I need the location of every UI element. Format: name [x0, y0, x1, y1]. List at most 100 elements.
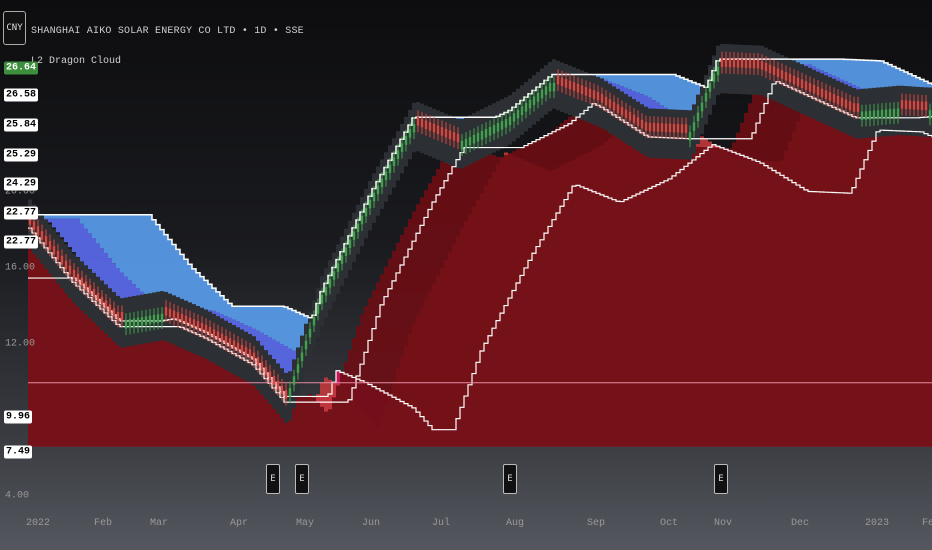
candle-body	[204, 324, 208, 334]
candle-body	[128, 319, 132, 328]
candle-body	[560, 77, 564, 87]
candle-body	[680, 124, 684, 133]
candle-body	[912, 100, 916, 110]
price-badge: 7.49	[4, 445, 33, 459]
candle-body	[324, 287, 328, 296]
y-tick-label: 12.00	[5, 338, 36, 350]
candle-body	[804, 81, 808, 90]
candle-body	[784, 72, 788, 81]
candle-body	[752, 59, 756, 69]
candle-body	[316, 305, 320, 314]
candle-body	[904, 100, 908, 109]
candle-body	[240, 344, 244, 354]
candle-body	[604, 96, 608, 106]
candle-body	[708, 83, 712, 92]
x-tick-label: May	[295, 518, 315, 529]
x-tick-label: 2022	[25, 518, 51, 529]
candle-body	[820, 88, 824, 98]
candle-body	[272, 376, 276, 385]
candle-body	[304, 340, 308, 350]
candle-body	[412, 123, 416, 133]
candle-body	[668, 123, 672, 133]
candle-body	[508, 116, 512, 126]
candle-body	[44, 236, 48, 245]
candle-body	[348, 239, 352, 249]
candle-body	[692, 122, 696, 131]
candle-body	[172, 310, 176, 320]
candle-body	[616, 104, 620, 113]
candle-body	[196, 321, 200, 330]
candle-body	[676, 124, 680, 133]
price-badge: 22.77	[4, 206, 39, 220]
candle-body	[664, 123, 668, 133]
candle-body	[844, 99, 848, 109]
chart-root: CNY SHANGHAI AIKO SOLAR ENERGY CO LTD • …	[0, 0, 932, 550]
indicator-name[interactable]: L2 Dragon Cloud	[31, 56, 121, 67]
candle-body	[544, 86, 548, 95]
candle-body	[300, 352, 304, 362]
earnings-marker[interactable]: E	[266, 464, 280, 494]
candle-body	[476, 132, 480, 142]
candle-body	[400, 143, 404, 152]
candle-body	[180, 314, 184, 323]
candle-body	[624, 109, 628, 119]
currency-button[interactable]: CNY	[3, 11, 26, 45]
candle-body	[852, 103, 856, 112]
candle-body	[648, 122, 652, 132]
candle-body	[928, 110, 932, 119]
candle-body	[640, 119, 644, 129]
candle-body	[536, 93, 540, 102]
candle-body	[480, 130, 484, 140]
candle-body	[308, 328, 312, 338]
candle-body	[92, 289, 96, 298]
candle-body	[112, 308, 116, 317]
candle-body	[688, 132, 692, 141]
candle-body	[328, 279, 332, 288]
price-badge: 25.84	[4, 118, 39, 132]
candle-body	[632, 114, 636, 124]
candle-body	[684, 124, 688, 133]
candle-body	[492, 124, 496, 134]
candle-body	[100, 296, 104, 306]
candle-body	[120, 312, 124, 321]
candle-body	[500, 121, 504, 130]
earnings-marker[interactable]: E	[503, 464, 517, 494]
candle-body	[464, 138, 468, 148]
candle-body	[908, 100, 912, 110]
earnings-marker[interactable]: E	[295, 464, 309, 494]
candle-body	[732, 58, 736, 68]
candle-body	[772, 66, 776, 76]
candle-body	[776, 68, 780, 77]
candle-body	[424, 120, 428, 129]
candle-body	[344, 247, 348, 256]
candle-body	[520, 106, 524, 115]
candle-body	[164, 306, 168, 316]
candle-body	[356, 223, 360, 233]
earnings-marker[interactable]: E	[714, 464, 728, 494]
candle-body	[440, 127, 444, 136]
candle-body	[724, 58, 728, 68]
candle-body	[864, 111, 868, 120]
candle-body	[584, 87, 588, 96]
candle-body	[644, 122, 648, 131]
candle-body	[892, 108, 896, 118]
x-tick-label: Jun	[361, 518, 381, 529]
candle-body	[132, 318, 136, 328]
candle-body	[564, 79, 568, 88]
candle-body	[88, 285, 92, 294]
candle-body	[628, 112, 632, 121]
candle-body	[212, 329, 216, 338]
candle-body	[64, 260, 68, 270]
candle-body	[52, 245, 56, 255]
x-tick-label: Aug	[505, 518, 525, 529]
candle-body	[268, 371, 272, 380]
candle-body	[384, 171, 388, 181]
candle-body	[72, 269, 76, 279]
candle-body	[808, 83, 812, 92]
chart-plot-area[interactable]	[0, 0, 932, 550]
candle-body	[460, 140, 464, 150]
candle-body	[40, 231, 44, 240]
candle-body	[404, 136, 408, 145]
candle-body	[824, 90, 828, 99]
x-tick-label: Sep	[586, 518, 606, 529]
